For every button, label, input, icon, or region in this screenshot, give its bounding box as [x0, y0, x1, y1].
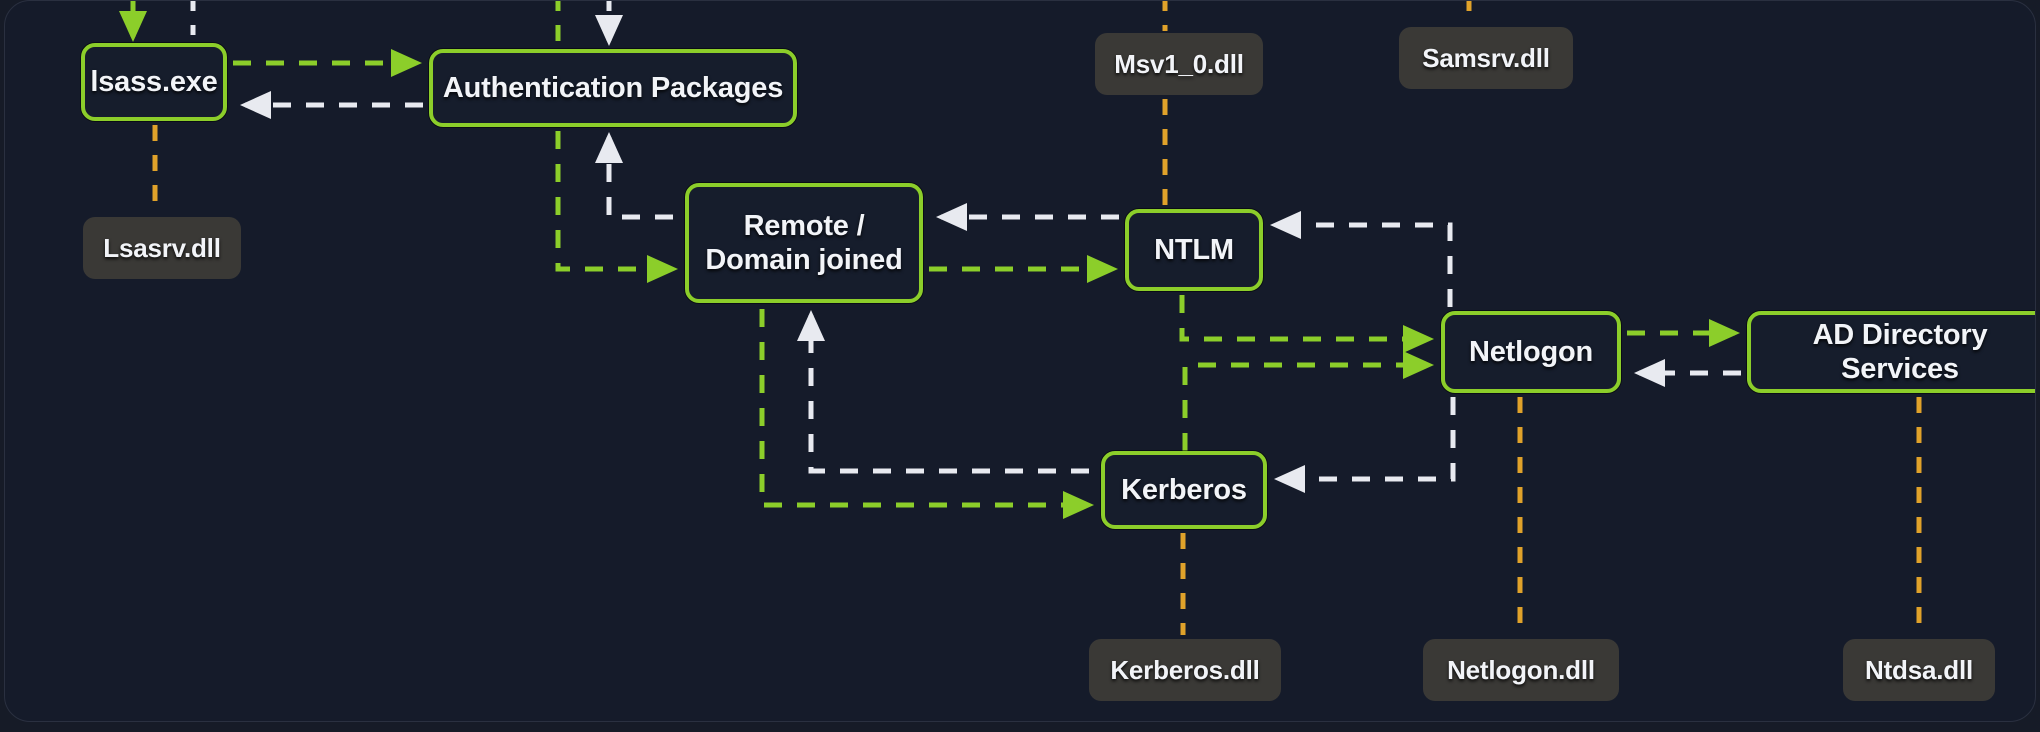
node-label: Authentication Packages	[442, 71, 784, 104]
node-label: Lsasrv.dll	[103, 232, 221, 263]
node-label: Netlogon	[1468, 335, 1594, 368]
node-netlogon[interactable]: Netlogon	[1441, 311, 1621, 393]
node-authentication-packages[interactable]: Authentication Packages	[429, 49, 797, 127]
node-ad-directory-services[interactable]: AD Directory Services	[1747, 311, 2035, 393]
node-lsasrv-dll[interactable]: Lsasrv.dll	[83, 217, 241, 279]
node-ntdsa-dll[interactable]: Ntdsa.dll	[1843, 639, 1995, 701]
edge-kerberos-to-netlogon	[1182, 350, 1435, 451]
node-label: Kerberos.dll	[1110, 654, 1260, 685]
node-kerberos[interactable]: Kerberos	[1101, 451, 1267, 529]
node-label: Kerberos	[1121, 473, 1247, 506]
node-ntlm[interactable]: NTLM	[1125, 209, 1263, 291]
connector-layer	[119, 1, 1922, 635]
node-label: lsass.exe	[90, 65, 218, 98]
edge-kerberos-to-remote	[796, 309, 1089, 474]
edge-remote-to-authpkg	[594, 131, 673, 220]
node-netlogon-dll[interactable]: Netlogon.dll	[1423, 639, 1619, 701]
edge-ntlm-to-netlogon	[1179, 295, 1435, 353]
edge-netlogon-to-ntlm	[1269, 211, 1453, 307]
edge-netlogon-to-kerberos	[1273, 397, 1456, 494]
node-label: Netlogon.dll	[1447, 654, 1595, 685]
node-label: Ntdsa.dll	[1865, 654, 1973, 685]
node-remote-domain-joined[interactable]: Remote / Domain joined	[685, 183, 923, 303]
edge-authpkg-to-remote	[555, 131, 679, 283]
node-label: Remote / Domain joined	[705, 209, 903, 276]
node-samsrv-dll[interactable]: Samsrv.dll	[1399, 27, 1573, 89]
node-label: NTLM	[1154, 233, 1234, 266]
node-kerberos-dll[interactable]: Kerberos.dll	[1089, 639, 1281, 701]
node-label: Samsrv.dll	[1422, 42, 1550, 73]
diagram-canvas: lsass.exe Authentication Packages Remote…	[4, 0, 2036, 722]
node-label: AD Directory Services	[1812, 318, 1988, 385]
diagram-container: lsass.exe Authentication Packages Remote…	[0, 0, 2040, 732]
node-label: Msv1_0.dll	[1114, 48, 1244, 79]
node-msv1-0-dll[interactable]: Msv1_0.dll	[1095, 33, 1263, 95]
node-lsass-exe[interactable]: lsass.exe	[81, 43, 227, 121]
edge-remote-to-kerberos	[759, 309, 1095, 519]
